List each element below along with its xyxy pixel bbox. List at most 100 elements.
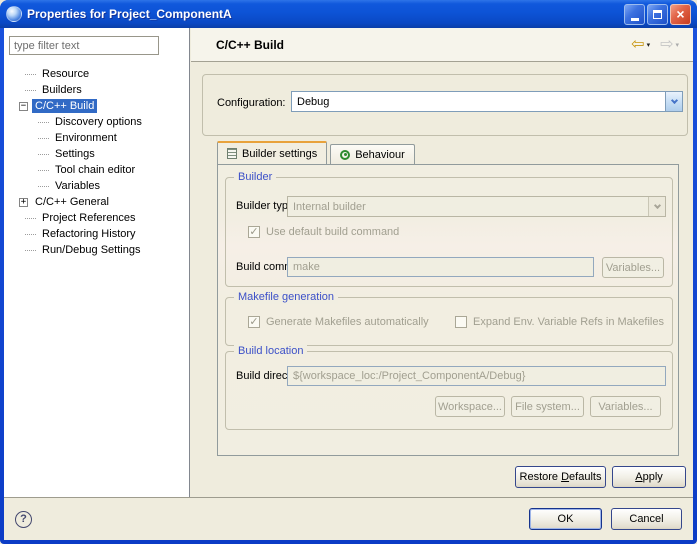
tree-item-label: Refactoring History (39, 227, 139, 241)
tree-connector (25, 234, 36, 235)
content-panel: C/C++ Build ⇦ ▾ ⇨ ▾ Configuration: (191, 28, 693, 497)
cancel-button[interactable]: Cancel (611, 508, 682, 530)
expand-env-refs-row: Expand Env. Variable Refs in Makefiles (455, 316, 664, 328)
generate-makefiles-label: Generate Makefiles automatically (266, 316, 429, 328)
tree-item-label: Run/Debug Settings (39, 243, 143, 257)
dialog-body: Resource Builders −C/C++ Build Discovery… (4, 28, 693, 540)
tree-item-run-debug-settings[interactable]: Run/Debug Settings (4, 242, 188, 258)
tree-item-discovery-options[interactable]: Discovery options (4, 114, 188, 130)
page-title: C/C++ Build (216, 38, 623, 52)
tree-item-label: Discovery options (52, 115, 145, 129)
configuration-value: Debug (292, 96, 665, 108)
generate-makefiles-checkbox-checked-disabled: ✓ (248, 316, 260, 328)
tree-item-label: Variables (52, 179, 103, 193)
builder-group: Builder Builder type Internal builder ✓ … (225, 177, 673, 287)
tree-item-label: C/C++ General (32, 195, 112, 209)
configuration-label: Configuration: (217, 97, 286, 109)
tree-connector (25, 90, 36, 91)
tree-connector (25, 74, 36, 75)
variables-button-disabled: Variables... (602, 257, 664, 278)
tree-item-project-references[interactable]: Project References (4, 210, 188, 226)
expand-env-refs-checkbox-unchecked-disabled (455, 316, 467, 328)
tree-item-label: Environment (52, 131, 120, 145)
tree-item-label: Resource (39, 67, 92, 81)
restore-defaults-button[interactable]: Restore Defaults (515, 466, 606, 488)
check-icon: ✓ (249, 227, 258, 237)
back-button[interactable]: ⇦ ▾ (629, 36, 652, 54)
close-icon: × (676, 7, 684, 21)
history-nav: ⇦ ▾ ⇨ ▾ (623, 36, 681, 54)
tree-item-label: Settings (52, 147, 98, 161)
tree-connector (38, 186, 49, 187)
tree-item-environment[interactable]: Environment (4, 130, 188, 146)
build-command-field-disabled: make (287, 257, 594, 277)
window-icon (6, 6, 22, 22)
tab-bar: Builder settings Behaviour (217, 141, 418, 164)
builder-group-title: Builder (234, 170, 276, 184)
build-directory-field-disabled: ${workspace_loc:/Project_ComponentA/Debu… (287, 366, 666, 386)
tree-connector (38, 170, 49, 171)
builder-settings-tab-page: Builder Builder type Internal builder ✓ … (217, 164, 679, 456)
tree-item-resource[interactable]: Resource (4, 66, 188, 82)
maximize-icon (653, 10, 662, 19)
tree-item-label: Builders (39, 83, 85, 97)
tree-item-c-cpp-general[interactable]: + C/C++ General (4, 194, 188, 210)
apply-button[interactable]: Apply (612, 466, 686, 488)
tree-item-builders[interactable]: Builders (4, 82, 188, 98)
tree-item-label: Project References (39, 211, 139, 225)
builder-type-dropdown-button (648, 197, 665, 216)
minimize-button[interactable] (624, 4, 645, 25)
help-button[interactable]: ? (15, 511, 32, 528)
ok-button[interactable]: OK (529, 508, 602, 530)
back-dropdown-icon[interactable]: ▾ (647, 41, 651, 49)
tree-connector (38, 138, 49, 139)
tree-item-label-selected: C/C++ Build (32, 99, 97, 113)
chevron-down-icon (670, 96, 677, 103)
filter-input[interactable] (9, 36, 159, 55)
generate-makefiles-row: ✓ Generate Makefiles automatically (248, 316, 429, 328)
properties-tree: Resource Builders −C/C++ Build Discovery… (4, 66, 188, 258)
window-controls: × (624, 4, 691, 25)
tab-builder-settings[interactable]: Builder settings (217, 141, 327, 164)
tree-item-variables[interactable]: Variables (4, 178, 188, 194)
build-location-group: Build location Build directory ${workspa… (225, 351, 673, 430)
tab-label: Behaviour (355, 149, 405, 161)
use-default-checkbox-checked-disabled: ✓ (248, 226, 260, 238)
build-location-group-title: Build location (234, 344, 307, 358)
collapse-toggle-icon[interactable]: − (19, 102, 28, 111)
footer-buttons: OK Cancel (529, 508, 682, 530)
tree-connector (25, 250, 36, 251)
apply-label: Apply (635, 471, 663, 483)
use-default-build-command-row: ✓ Use default build command (248, 226, 399, 238)
expand-toggle-icon[interactable]: + (19, 198, 28, 207)
build-settings-page: Configuration: Debug Builder settings Be… (191, 62, 693, 497)
forward-dropdown-icon: ▾ (675, 41, 679, 49)
tab-label: Builder settings (242, 148, 317, 160)
restore-defaults-label: Restore Defaults (520, 471, 602, 483)
workspace-button-disabled: Workspace... (435, 396, 505, 417)
builder-type-value: Internal builder (288, 201, 648, 213)
properties-tree-panel: Resource Builders −C/C++ Build Discovery… (4, 28, 190, 497)
title-bar[interactable]: Properties for Project_ComponentA × (0, 0, 697, 28)
tree-item-tool-chain-editor[interactable]: Tool chain editor (4, 162, 188, 178)
chevron-down-icon (653, 201, 660, 208)
maximize-button[interactable] (647, 4, 668, 25)
configuration-dropdown-button[interactable] (665, 92, 682, 111)
configuration-group: Configuration: Debug (202, 74, 688, 136)
tree-item-settings[interactable]: Settings (4, 146, 188, 162)
back-arrow-icon: ⇦ (631, 37, 644, 53)
dialog-footer: ? OK Cancel (4, 497, 693, 540)
close-button[interactable]: × (670, 4, 691, 25)
configuration-combo[interactable]: Debug (291, 91, 683, 112)
tree-item-c-cpp-build[interactable]: −C/C++ Build (4, 98, 188, 114)
tree-item-refactoring-history[interactable]: Refactoring History (4, 226, 188, 242)
behaviour-icon (340, 150, 350, 160)
forward-button-disabled: ⇨ ▾ (658, 36, 681, 54)
variables-location-button-disabled: Variables... (590, 396, 661, 417)
page-header: C/C++ Build ⇦ ▾ ⇨ ▾ (191, 28, 693, 62)
tab-behaviour[interactable]: Behaviour (330, 144, 415, 164)
builder-type-combo-disabled: Internal builder (287, 196, 666, 217)
behaviour-icon-dot (344, 153, 347, 156)
window-title: Properties for Project_ComponentA (27, 7, 624, 21)
help-icon: ? (20, 513, 27, 525)
